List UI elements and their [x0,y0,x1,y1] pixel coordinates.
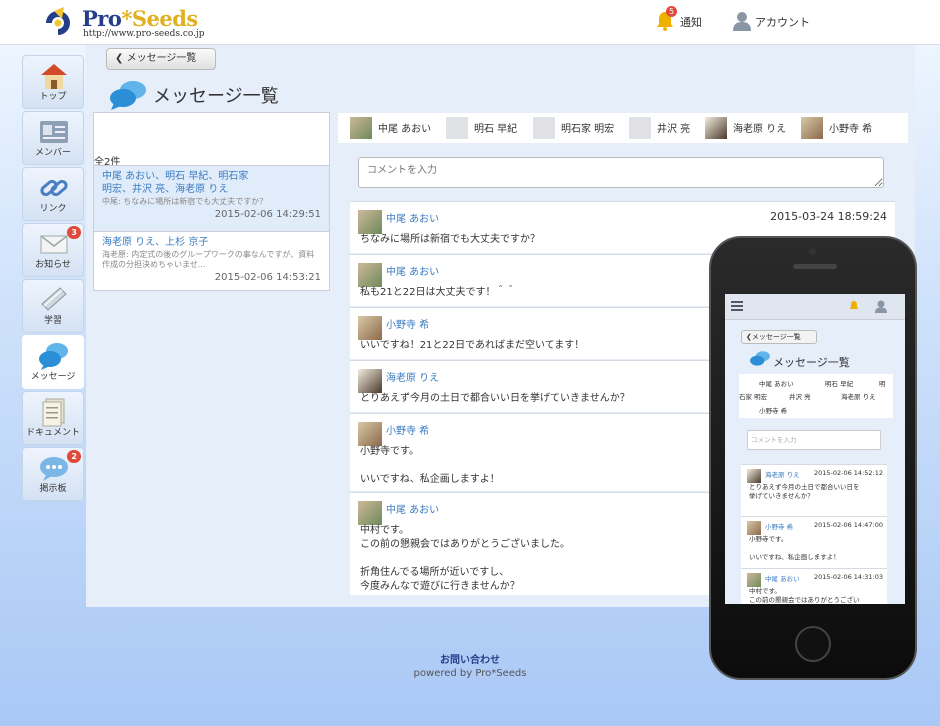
notify-label: 通知 [680,16,702,29]
avatar [446,117,468,139]
bell-icon [850,301,858,309]
avatar [533,117,555,139]
message-icon [750,351,770,366]
phone-header [725,294,905,320]
avatar [747,469,761,483]
speaker-icon [793,264,837,269]
thread-participants: 海老原 りえ、上杉 京子 [102,237,209,248]
phone-page-title: メッセージ一覧 [773,356,850,369]
phone-message-item: 中尾 あおい 2015-02-06 14:31:03 中村です。 この前の懇親会… [741,568,887,604]
logo-url: http://www.pro-seeds.co.jp [83,29,205,39]
thread-item[interactable]: 海老原 りえ、上杉 京子 海老原: 内定式の後のグループワークの事なんですが、資… [94,231,329,289]
sidebar-item-top[interactable]: トップ [22,55,84,109]
sidebar-item-members[interactable]: メンバー [22,111,84,165]
message-author[interactable]: 小野寺 希 [386,316,429,331]
message-body: いいですね！21と22日であればまだ空いてます！ [360,340,585,351]
camera-icon [809,248,816,255]
link-icon [40,179,68,197]
notify-badge: 5 [666,6,678,17]
notify-button[interactable]: 5 通知 [656,6,716,35]
phone-message-item: 小野寺 希 2015-02-06 14:47:00 小野寺です。 いいですね、私… [741,516,887,568]
phone-message-item: 海老原 りえ 2015-02-06 14:52:12 とりあえず今月の土日で都合… [741,464,887,516]
message-author[interactable]: 小野寺 希 [386,422,429,437]
avatar [358,263,382,287]
sidebar-item-label: メッセージ [30,372,76,382]
thread-preview: 海老原: 内定式の後のグループワークの事なんですが、資料作成の分担決めちゃいませ… [102,250,315,269]
message-author[interactable]: 中尾 あおい [386,501,439,516]
document-icon [42,398,65,427]
avatar [358,501,382,525]
thread-item[interactable]: 中尾 あおい、明石 早紀、明石家 明宏、井沢 亮、海老原 りえ 中尾: ちなみに… [94,165,329,231]
sidebar-item-link[interactable]: リンク [22,167,84,221]
avatar [358,316,382,340]
message-body: 私も21と22日は大丈夫です！＾＾ [360,287,516,298]
sidebar-item-label: 学習 [43,316,62,326]
back-to-list-button[interactable]: ❮ メッセージ一覧 [106,48,216,70]
avatar [358,210,382,234]
news-badge: 3 [67,226,81,239]
smartphone-mockup: ❮メッセージ一覧 メッセージ一覧 中尾 あおい 明石 早紀 明 石家 明宏 井沢… [709,236,917,680]
sidebar-item-news[interactable]: 3 お知らせ [22,223,84,277]
top-header: Pro*Seeds http://www.pro-seeds.co.jp 5 通… [0,0,940,45]
thread-preview: 中尾: ちなみに場所は新宿でも大丈夫ですか？ [102,197,268,206]
message-date: 2015-03-24 18:59:24 [770,210,887,223]
message-author[interactable]: 中尾 あおい [386,263,439,278]
message-icon [39,343,68,370]
user-icon [875,300,887,313]
phone-comment-input[interactable]: コメントを入力 [747,430,881,450]
phone-member-bar: 中尾 あおい 明石 早紀 明 石家 明宏 井沢 亮 海老原 りえ 小野寺 希 [739,374,893,418]
user-icon [733,12,751,31]
sidebar-item-label: ドキュメント [25,428,80,438]
message-icon [110,81,146,110]
sidebar-item-label: メンバー [34,148,71,158]
account-label: アカウント [755,16,810,29]
mail-icon [40,235,68,254]
avatar [801,117,823,139]
page-title-text: メッセージ一覧 [153,86,279,107]
avatar [350,117,372,139]
members-icon [40,121,68,143]
logo-title: Pro*Seeds [82,6,198,31]
message-author[interactable]: 海老原 りえ [386,369,439,384]
message-body: 中村です。 この前の懇親会ではありがとうございました。 折角住んでる場所が近いで… [360,525,570,592]
home-button[interactable] [795,626,831,662]
message-body: とりあえず今月の土日で都合いい日を挙げていきませんか？ [360,393,630,404]
thread-list: 全2件 中尾 あおい、明石 早紀、明石家 明宏、井沢 亮、海老原 りえ 中尾: … [93,112,330,291]
sidebar-item-label: お知らせ [35,260,71,270]
phone-screen: ❮メッセージ一覧 メッセージ一覧 中尾 あおい 明石 早紀 明 石家 明宏 井沢… [725,294,905,604]
sidebar-item-label: トップ [39,92,67,102]
message-author[interactable]: 中尾 あおい [386,210,439,225]
sidebar: トップ メンバー リンク 3 お知らせ 学習 メッセージ ドキュメント 2 掲示… [22,55,86,503]
avatar [705,117,727,139]
hamburger-icon [731,301,743,311]
sidebar-item-study[interactable]: 学習 [22,279,84,333]
phone-back-button[interactable]: ❮メッセージ一覧 [741,330,817,344]
logo[interactable]: Pro*Seeds http://www.pro-seeds.co.jp [40,4,210,42]
chevron-left-icon: ❮ [115,53,124,64]
message-body: 小野寺です。 いいですね、私企画しますよ！ [360,446,500,485]
sidebar-item-message[interactable]: メッセージ [22,335,84,389]
account-button[interactable]: アカウント [733,9,823,35]
member-bar: 中尾 あおい 明石 早紀 明石家 明宏 井沢 亮 海老原 りえ 小野寺 希 [338,113,908,143]
thread-participants: 中尾 あおい、明石 早紀、明石家 明宏、井沢 亮、海老原 りえ [102,171,249,195]
thread-date: 2015-02-06 14:29:51 [214,209,321,220]
avatar [629,117,651,139]
home-icon [41,64,67,89]
board-badge: 2 [67,450,81,463]
message-body: ちなみに場所は新宿でも大丈夫ですか？ [360,234,540,245]
avatar [747,573,761,587]
sidebar-item-board[interactable]: 2 掲示板 [22,447,84,501]
study-icon [41,287,67,311]
board-icon [40,457,68,481]
sidebar-item-document[interactable]: ドキュメント [22,391,84,445]
logo-mark-icon [46,7,70,35]
avatar [358,369,382,393]
comment-input[interactable] [358,157,884,188]
sidebar-item-label: 掲示板 [39,484,67,494]
thread-date: 2015-02-06 14:53:21 [214,272,321,283]
avatar [747,521,761,535]
avatar [358,422,382,446]
sidebar-item-label: リンク [39,204,67,214]
